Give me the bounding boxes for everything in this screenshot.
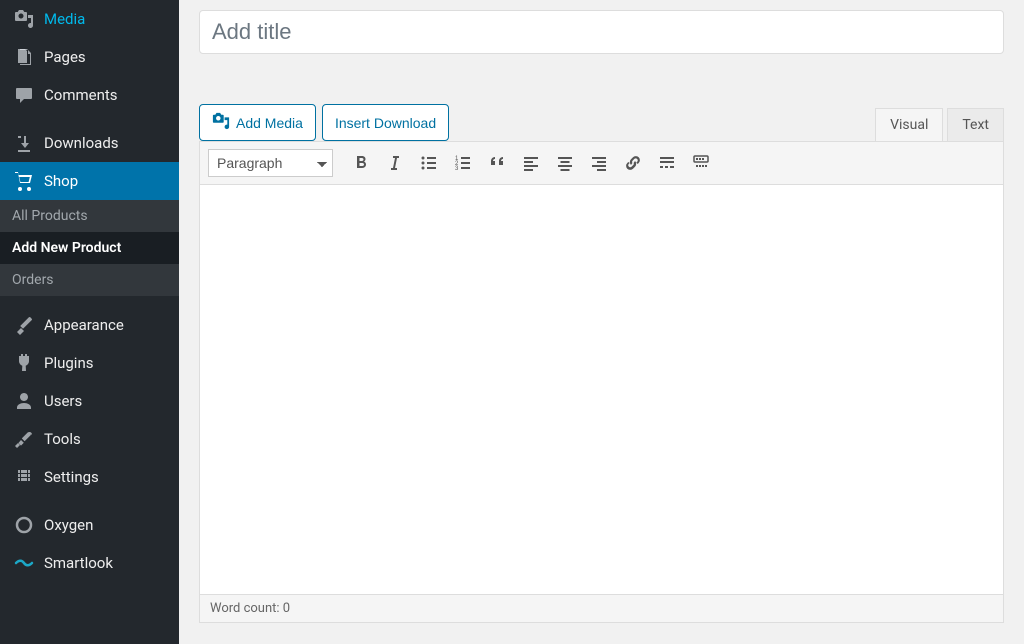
align-right-button[interactable] (583, 148, 615, 178)
format-select[interactable]: Paragraph (208, 149, 333, 177)
word-count: Word count: 0 (210, 601, 290, 616)
sidebar-item-users[interactable]: Users (0, 382, 179, 420)
tab-text[interactable]: Text (947, 108, 1004, 141)
editor-box: Paragraph 123 Word count: 0 (199, 141, 1004, 623)
sidebar-item-pages[interactable]: Pages (0, 38, 179, 76)
sidebar-item-appearance[interactable]: Appearance (0, 306, 179, 344)
editor-tabs: Visual Text (871, 108, 1004, 141)
numbered-list-button[interactable]: 123 (447, 148, 479, 178)
sidebar-item-tools[interactable]: Tools (0, 420, 179, 458)
users-icon (14, 391, 34, 411)
sidebar-item-label: Settings (44, 468, 99, 486)
sidebar-item-label: Plugins (44, 354, 93, 372)
sidebar-item-label: Downloads (44, 134, 119, 152)
insert-download-button[interactable]: Insert Download (322, 104, 449, 141)
sidebar-item-media[interactable]: Media (0, 0, 179, 38)
tools-icon (14, 429, 34, 449)
align-left-button[interactable] (515, 148, 547, 178)
blockquote-button[interactable] (481, 148, 513, 178)
sidebar-item-label: Shop (44, 172, 78, 190)
sidebar-sub-add-new-product[interactable]: Add New Product (0, 232, 179, 264)
italic-button[interactable] (379, 148, 411, 178)
align-center-button[interactable] (549, 148, 581, 178)
title-input[interactable] (199, 10, 1004, 54)
insert-download-label: Insert Download (335, 115, 436, 131)
sidebar-item-label: Media (44, 10, 85, 28)
sidebar-item-plugins[interactable]: Plugins (0, 344, 179, 382)
appearance-icon (14, 315, 34, 335)
pages-icon (14, 47, 34, 67)
add-media-button[interactable]: Add Media (199, 104, 316, 141)
sidebar-submenu: All Products Add New Product Orders (0, 200, 179, 296)
sidebar-item-label: Appearance (44, 316, 124, 334)
sidebar-item-label: Users (44, 392, 82, 410)
tab-visual[interactable]: Visual (875, 108, 943, 141)
sidebar-item-label: Smartlook (44, 554, 113, 572)
sidebar-item-label: Oxygen (44, 516, 93, 534)
sidebar-item-label: Tools (44, 430, 81, 448)
sidebar-item-settings[interactable]: Settings (0, 458, 179, 496)
smartlook-icon (14, 553, 34, 573)
title-wrap (199, 10, 1004, 54)
oxygen-icon (14, 515, 34, 535)
main-content: Add Media Insert Download Visual Text Pa… (179, 0, 1024, 644)
sidebar-item-oxygen[interactable]: Oxygen (0, 506, 179, 544)
editor-content[interactable] (200, 185, 1003, 594)
plugins-icon (14, 353, 34, 373)
toolbar-toggle-button[interactable] (685, 148, 717, 178)
editor-status-bar: Word count: 0 (200, 594, 1003, 622)
bold-button[interactable] (345, 148, 377, 178)
sidebar-sub-orders[interactable]: Orders (0, 264, 179, 296)
admin-sidebar: Media Pages Comments Downloads Shop All … (0, 0, 179, 644)
sidebar-item-smartlook[interactable]: Smartlook (0, 544, 179, 582)
settings-icon (14, 467, 34, 487)
editor-toolbar: Paragraph 123 (200, 142, 1003, 185)
media-icon (14, 9, 34, 29)
comments-icon (14, 85, 34, 105)
sidebar-item-label: Comments (44, 86, 118, 104)
sidebar-item-comments[interactable]: Comments (0, 76, 179, 114)
shop-icon (14, 171, 34, 191)
add-media-label: Add Media (236, 115, 303, 131)
read-more-button[interactable] (651, 148, 683, 178)
sidebar-item-shop[interactable]: Shop (0, 162, 179, 200)
media-icon (212, 112, 230, 133)
svg-text:3: 3 (455, 166, 459, 172)
link-button[interactable] (617, 148, 649, 178)
bullet-list-button[interactable] (413, 148, 445, 178)
downloads-icon (14, 133, 34, 153)
sidebar-item-label: Pages (44, 48, 86, 66)
editor-buttons: Add Media Insert Download (199, 104, 449, 141)
editor-actions: Add Media Insert Download Visual Text (199, 104, 1004, 141)
sidebar-sub-all-products[interactable]: All Products (0, 200, 179, 232)
sidebar-item-downloads[interactable]: Downloads (0, 124, 179, 162)
